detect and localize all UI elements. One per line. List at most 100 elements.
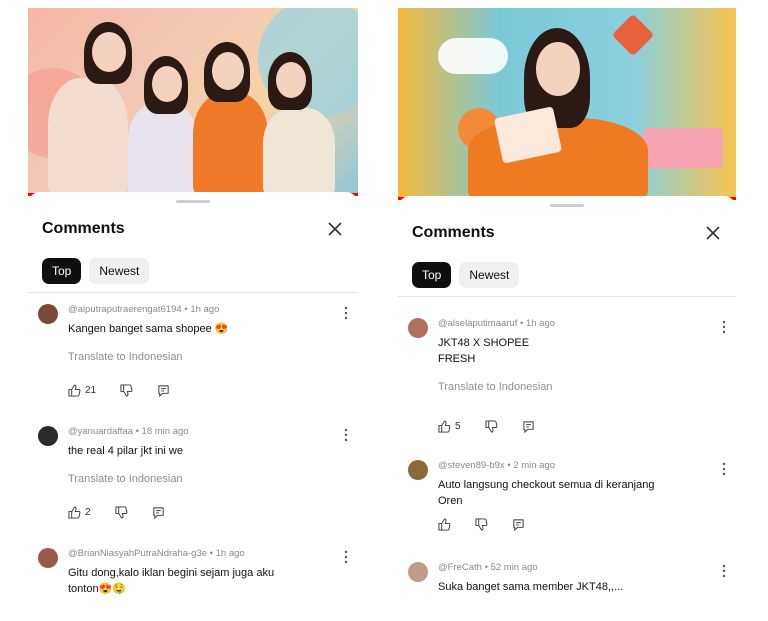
thumbs-down-icon (115, 506, 127, 519)
drag-handle[interactable] (550, 204, 584, 207)
person-face (536, 42, 580, 96)
comment-time: 1h ago (525, 318, 556, 329)
comment-meta: @alselaputimaaruf • 1h ago (438, 318, 556, 329)
chip-newest[interactable]: Newest (89, 258, 150, 284)
reply-button[interactable] (522, 420, 535, 433)
close-icon[interactable] (704, 224, 722, 242)
reply-icon (513, 519, 524, 531)
avatar[interactable] (38, 548, 58, 568)
chip-top[interactable]: Top (42, 258, 82, 284)
comment-text-line: Oren (438, 495, 463, 507)
comment-text-line: Auto langsung checkout semua di keranjan… (438, 479, 655, 491)
comment-author[interactable]: @FreCath (438, 562, 482, 573)
like-button[interactable]: 2 (68, 506, 91, 519)
comment-time: 18 min ago (141, 426, 189, 437)
comment-author[interactable]: @alselaputimaaruf (438, 318, 517, 329)
comments-title: Comments (412, 224, 495, 241)
reply-icon (158, 385, 169, 397)
comment-author[interactable]: @BrianNiasyahPutraNdraha-g3e (68, 548, 207, 559)
more-vertical-icon[interactable] (722, 564, 726, 578)
reply-button[interactable] (157, 384, 170, 397)
person-face (152, 66, 182, 102)
like-count: 2 (85, 507, 91, 518)
person-figure (193, 93, 268, 196)
like-count: 21 (85, 385, 97, 396)
more-vertical-icon[interactable] (344, 428, 348, 442)
person-figure (468, 118, 648, 200)
person-figure (128, 103, 198, 196)
comment-text-line: FRESH (438, 353, 476, 365)
thumbs-up-icon (68, 384, 81, 397)
comment-item: @BrianNiasyahPutraNdraha-g3e • 1h ago Gi… (38, 548, 348, 608)
more-vertical-icon[interactable] (722, 320, 726, 334)
more-vertical-icon[interactable] (344, 306, 348, 320)
close-icon[interactable] (326, 220, 344, 238)
comment-text: the real 4 pilar jkt ini we (68, 443, 330, 459)
translate-link[interactable]: Translate to Indonesian (68, 473, 330, 485)
sort-chips: Top Newest (412, 262, 520, 288)
avatar[interactable] (38, 304, 58, 324)
divider (28, 292, 358, 293)
video-player[interactable] (28, 8, 358, 196)
comment-author[interactable]: @yanuardaffaa (68, 426, 133, 437)
star-decoration (611, 13, 655, 57)
comment-author[interactable]: @aiputraputraerengat6194 (68, 304, 182, 315)
chip-top[interactable]: Top (412, 262, 452, 288)
avatar[interactable] (408, 562, 428, 582)
comment-text-line: tonton😍🤤 (68, 583, 126, 595)
dislike-button[interactable] (120, 384, 133, 397)
comment-text-line: JKT48 X SHOPEE (438, 337, 530, 349)
comment-actions: 2 (68, 506, 189, 519)
dislike-button[interactable] (475, 518, 488, 531)
avatar[interactable] (408, 318, 428, 338)
thumbs-down-icon (475, 518, 488, 531)
chip-newest[interactable]: Newest (459, 262, 520, 288)
comment-time: 2 min ago (513, 460, 556, 471)
person-face (276, 62, 306, 98)
comment-time: 1h ago (215, 548, 245, 559)
person-face (92, 32, 126, 72)
more-vertical-icon[interactable] (344, 550, 348, 564)
comment-meta: @yanuardaffaa • 18 min ago (68, 426, 189, 437)
comment-actions: 21 (68, 384, 194, 397)
comment-text: Auto langsung checkout semua di keranjan… (438, 477, 708, 509)
avatar[interactable] (408, 460, 428, 480)
thumbs-down-icon (485, 420, 497, 433)
comments-header: Comments (412, 224, 722, 248)
comments-sheet: Comments Top Newest @alselaputimaaruf • … (398, 196, 736, 608)
comment-item: @yanuardaffaa • 18 min ago the real 4 pi… (38, 426, 348, 536)
dislike-button[interactable] (485, 420, 498, 433)
more-vertical-icon[interactable] (722, 462, 726, 476)
like-button[interactable] (438, 518, 451, 531)
video-player[interactable] (398, 8, 736, 200)
comment-author[interactable]: @steven89-b9x (438, 460, 505, 471)
like-button[interactable]: 5 (438, 420, 461, 433)
comment-actions (438, 518, 549, 531)
reply-button[interactable] (152, 506, 165, 519)
divider (398, 296, 736, 297)
person-figure (48, 78, 128, 196)
like-button[interactable]: 21 (68, 384, 96, 397)
comment-item: @steven89-b9x • 2 min ago Auto langsung … (408, 460, 726, 540)
translate-link[interactable]: Translate to Indonesian (68, 351, 330, 363)
comment-text: Kangen banget sama shopee 😍 (68, 321, 330, 337)
comment-item: @FreCath • 52 min ago Suka banget sama m… (408, 562, 726, 602)
dislike-button[interactable] (115, 506, 128, 519)
avatar[interactable] (38, 426, 58, 446)
sort-chips: Top Newest (42, 258, 150, 284)
reply-icon (522, 421, 534, 433)
translate-link[interactable]: Translate to Indonesian (438, 381, 708, 393)
reply-button[interactable] (512, 518, 525, 531)
thumbs-up-icon (68, 506, 81, 519)
comment-text-line: Suka banget sama member JKT48,,... (438, 581, 624, 593)
like-count: 5 (455, 421, 461, 432)
thumbs-up-icon (438, 420, 451, 433)
comment-time: 1h ago (190, 304, 220, 315)
reply-icon (152, 507, 164, 519)
cloud-decoration (438, 38, 508, 74)
comment-time: 52 min ago (490, 562, 538, 573)
comment-text-line: the real 4 pilar jkt ini we (68, 445, 183, 457)
comment-text-line: Gitu dong,kalo iklan begini sejam juga a… (68, 567, 275, 579)
comment-item: @aiputraputraerengat6194 • 1h ago Kangen… (38, 304, 348, 414)
drag-handle[interactable] (176, 200, 210, 203)
